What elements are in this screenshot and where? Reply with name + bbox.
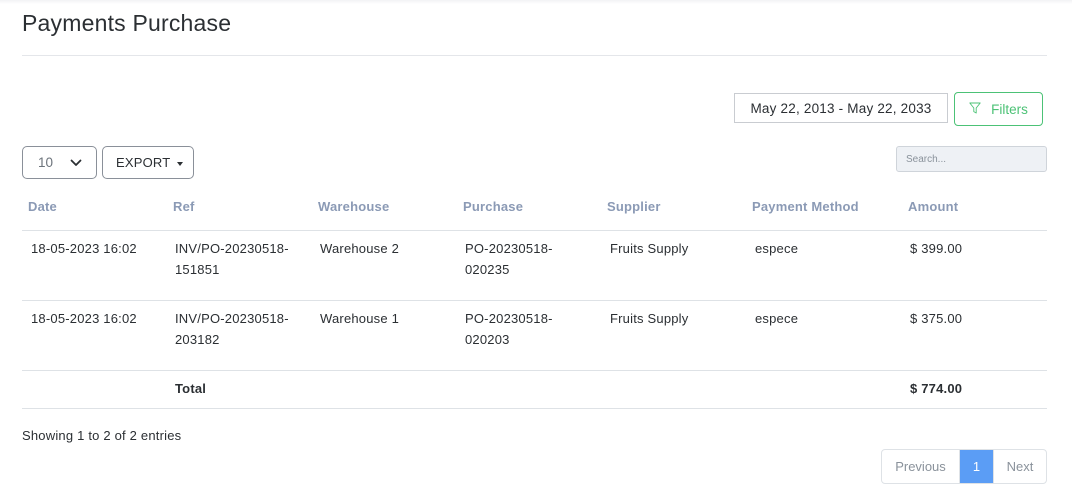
cell-ref: INV/PO-20230518- 151851 bbox=[175, 238, 289, 280]
cell-amount: $ 375.00 bbox=[910, 311, 963, 326]
caret-down-icon bbox=[177, 162, 183, 166]
column-header-payment-method[interactable]: Payment Method bbox=[752, 199, 859, 214]
cell-warehouse: Warehouse 2 bbox=[320, 241, 400, 256]
export-button[interactable]: EXPORT bbox=[102, 146, 194, 179]
cell-payment-method: espece bbox=[755, 241, 799, 256]
cell-amount: $ 399.00 bbox=[910, 241, 963, 256]
column-header-supplier[interactable]: Supplier bbox=[607, 199, 661, 214]
column-header-date[interactable]: Date bbox=[28, 199, 57, 214]
column-header-amount[interactable]: Amount bbox=[908, 199, 958, 214]
title-divider bbox=[22, 55, 1047, 56]
total-label: Total bbox=[175, 381, 207, 396]
chevron-down-icon bbox=[70, 157, 82, 169]
cell-supplier: Fruits Supply bbox=[610, 241, 689, 256]
filter-icon bbox=[969, 102, 981, 117]
entries-per-page-select[interactable]: 10 bbox=[22, 146, 97, 179]
next-page-button[interactable]: Next bbox=[993, 450, 1046, 483]
cell-ref-line2: 151851 bbox=[175, 262, 220, 277]
cell-purchase: PO-20230518- 020203 bbox=[465, 308, 553, 350]
cell-purchase-line2: 020235 bbox=[465, 262, 510, 277]
cell-date: 18-05-2023 16:02 bbox=[31, 241, 137, 256]
row-divider bbox=[22, 300, 1047, 301]
page-button-1[interactable]: 1 bbox=[960, 450, 993, 483]
pagination: Previous 1 Next bbox=[881, 449, 1047, 484]
export-label: EXPORT bbox=[116, 155, 171, 170]
cell-ref-line1: INV/PO-20230518- bbox=[175, 311, 289, 326]
cell-warehouse: Warehouse 1 bbox=[320, 311, 400, 326]
header-divider bbox=[22, 230, 1047, 231]
top-shadow bbox=[0, 0, 1072, 4]
per-page-value: 10 bbox=[38, 155, 54, 170]
previous-page-button[interactable]: Previous bbox=[882, 450, 960, 483]
page-title: Payments Purchase bbox=[22, 10, 232, 36]
filters-label: Filters bbox=[991, 101, 1028, 117]
cell-purchase-line1: PO-20230518- bbox=[465, 311, 553, 326]
filters-button[interactable]: Filters bbox=[954, 92, 1043, 126]
column-header-purchase[interactable]: Purchase bbox=[463, 199, 523, 214]
table-bottom-divider bbox=[22, 408, 1047, 409]
cell-ref-line1: INV/PO-20230518- bbox=[175, 241, 289, 256]
total-amount: $ 774.00 bbox=[910, 381, 963, 396]
cell-supplier: Fruits Supply bbox=[610, 311, 689, 326]
entries-info: Showing 1 to 2 of 2 entries bbox=[22, 428, 182, 443]
column-header-warehouse[interactable]: Warehouse bbox=[318, 199, 389, 214]
cell-purchase-line2: 020203 bbox=[465, 332, 510, 347]
search-input[interactable] bbox=[896, 146, 1047, 172]
cell-payment-method: espece bbox=[755, 311, 799, 326]
row-divider bbox=[22, 370, 1047, 371]
cell-purchase: PO-20230518- 020235 bbox=[465, 238, 553, 280]
column-header-ref[interactable]: Ref bbox=[173, 199, 195, 214]
date-range-picker[interactable]: May 22, 2013 - May 22, 2033 bbox=[734, 93, 948, 123]
cell-purchase-line1: PO-20230518- bbox=[465, 241, 553, 256]
cell-date: 18-05-2023 16:02 bbox=[31, 311, 137, 326]
cell-ref: INV/PO-20230518- 203182 bbox=[175, 308, 289, 350]
cell-ref-line2: 203182 bbox=[175, 332, 220, 347]
